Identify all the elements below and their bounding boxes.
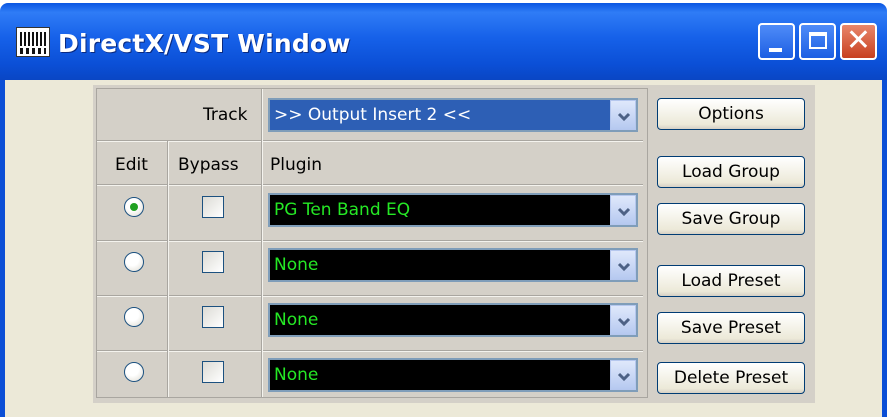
chevron-down-icon [617,372,631,382]
maximize-icon [809,32,827,49]
column-header-edit: Edit [115,155,148,175]
options-button[interactable]: Options [657,98,805,130]
save-preset-button[interactable]: Save Preset [657,312,805,344]
plugin-select-value: None [274,310,319,330]
minimize-icon [769,48,782,52]
directx-vst-window: DirectX/VST Window ✕ Track >> Output Ins… [0,0,887,417]
plugin-select-value: None [274,365,319,385]
edit-radio-4[interactable] [124,362,144,382]
plugin-dropdown-button[interactable] [610,250,636,280]
window-frame-right [882,80,887,417]
column-header-bypass: Bypass [178,155,239,175]
edit-radio-2[interactable] [124,252,144,272]
title-bar[interactable]: DirectX/VST Window ✕ [0,3,887,80]
close-button[interactable]: ✕ [840,23,877,60]
bypass-checkbox-1[interactable] [202,196,224,218]
edit-radio-1[interactable] [124,197,144,217]
plugin-select-value: None [274,255,319,275]
plugin-select-4[interactable]: None [268,358,638,392]
delete-preset-button[interactable]: Delete Preset [657,362,805,394]
chevron-down-icon [617,207,631,217]
plugin-select-2[interactable]: None [268,248,638,282]
grid-divider [97,185,643,186]
window-client-area: Track >> Output Insert 2 << Edit Bypass … [5,80,882,417]
load-preset-button[interactable]: Load Preset [657,265,805,297]
bypass-checkbox-2[interactable] [202,251,224,273]
chevron-down-icon [617,112,631,122]
track-select[interactable]: >> Output Insert 2 << [268,98,638,132]
grid-divider [262,89,263,397]
bypass-checkbox-3[interactable] [202,306,224,328]
plugin-select-1[interactable]: PG Ten Band EQ [268,193,638,227]
edit-radio-3[interactable] [124,307,144,327]
plugin-dropdown-button[interactable] [610,195,636,225]
grid-divider [168,141,169,397]
chevron-down-icon [617,317,631,327]
app-icon[interactable] [16,27,50,57]
column-header-plugin: Plugin [270,155,323,175]
track-select-value: >> Output Insert 2 << [274,105,472,125]
plugin-select-value: PG Ten Band EQ [274,200,411,220]
plugin-panel: Track >> Output Insert 2 << Edit Bypass … [93,85,815,403]
bypass-checkbox-4[interactable] [202,361,224,383]
grid-divider [97,141,643,142]
track-label: Track [203,105,248,125]
track-dropdown-button[interactable] [610,100,636,130]
radio-dot [130,203,138,211]
maximize-button[interactable] [799,23,836,60]
window-title: DirectX/VST Window [58,29,351,58]
chevron-down-icon [617,262,631,272]
grid-divider [97,351,643,352]
close-icon: ✕ [845,23,872,58]
load-group-button[interactable]: Load Group [657,156,805,188]
plugin-select-3[interactable]: None [268,303,638,337]
grid-divider [97,241,643,242]
plugin-dropdown-button[interactable] [610,305,636,335]
plugin-dropdown-button[interactable] [610,360,636,390]
save-group-button[interactable]: Save Group [657,203,805,235]
plugin-grid [96,88,648,398]
minimize-button[interactable] [758,23,795,60]
grid-divider [97,296,643,297]
